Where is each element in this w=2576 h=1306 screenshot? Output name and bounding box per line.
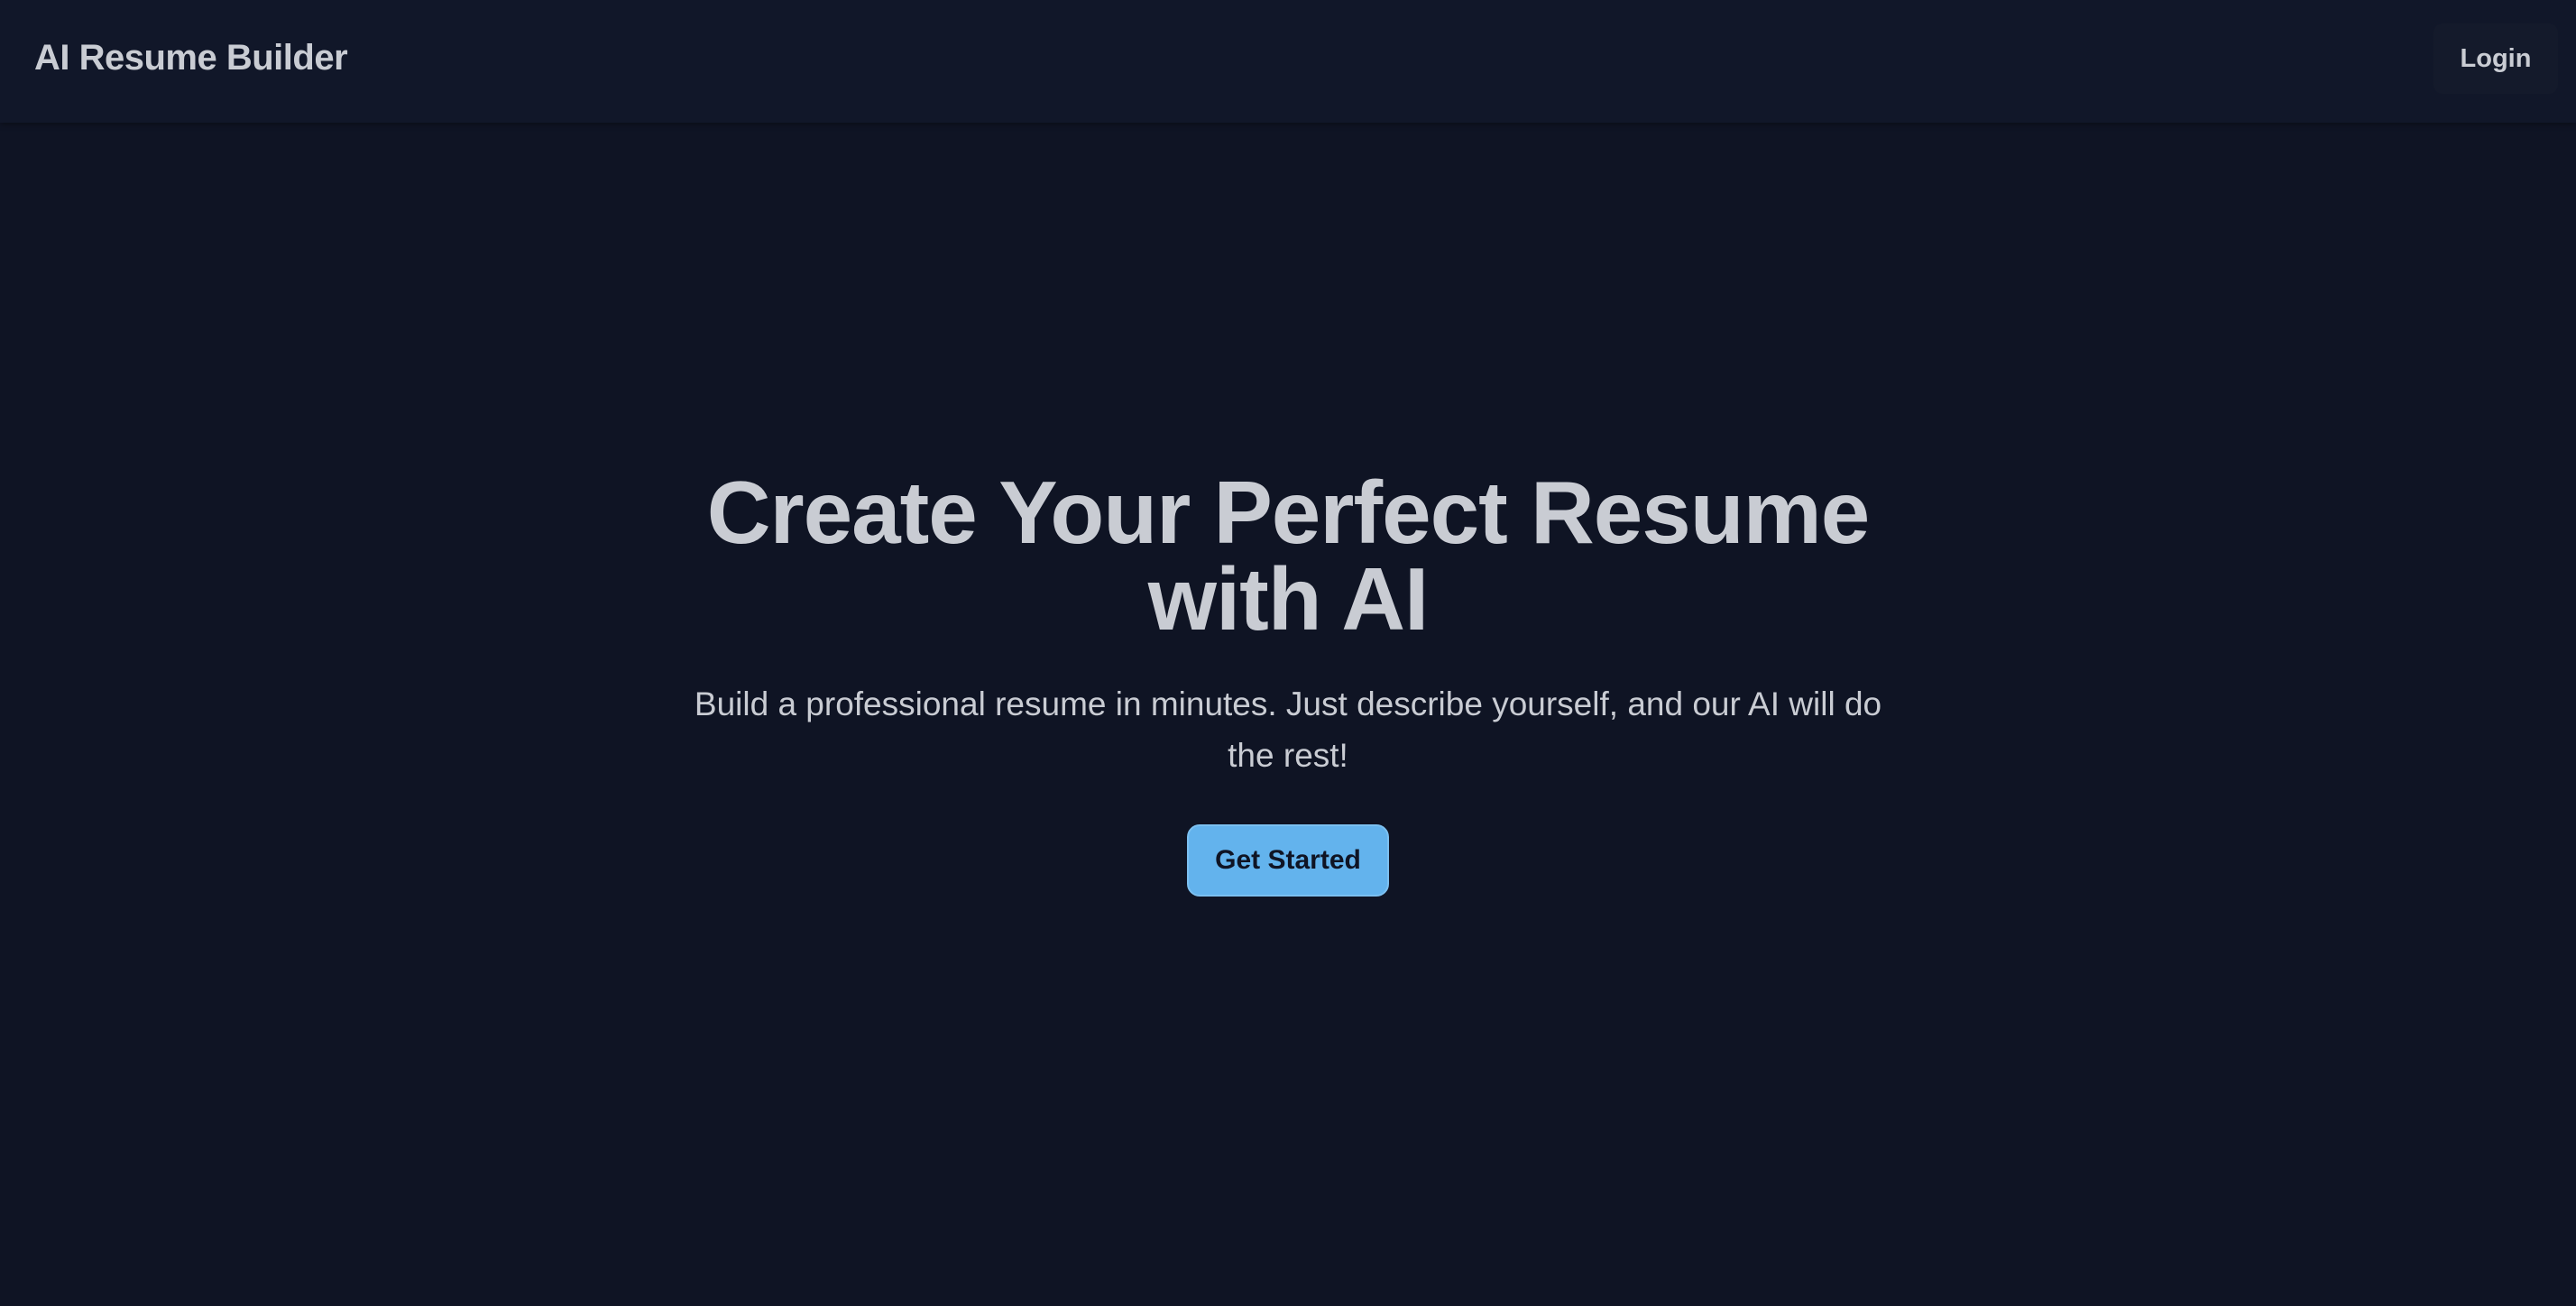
get-started-button[interactable]: Get Started <box>1187 824 1389 897</box>
hero-subtitle: Build a professional resume in minutes. … <box>694 685 1882 774</box>
top-navbar: AI Resume Builder Login <box>0 0 2576 123</box>
login-button[interactable]: Login <box>2433 23 2558 94</box>
hero-title: Create Your Perfect Resume with AI <box>706 463 1870 648</box>
hero-section: Create Your Perfect Resume with AI Build… <box>0 463 2576 897</box>
brand-logo-text[interactable]: AI Resume Builder <box>34 0 348 115</box>
